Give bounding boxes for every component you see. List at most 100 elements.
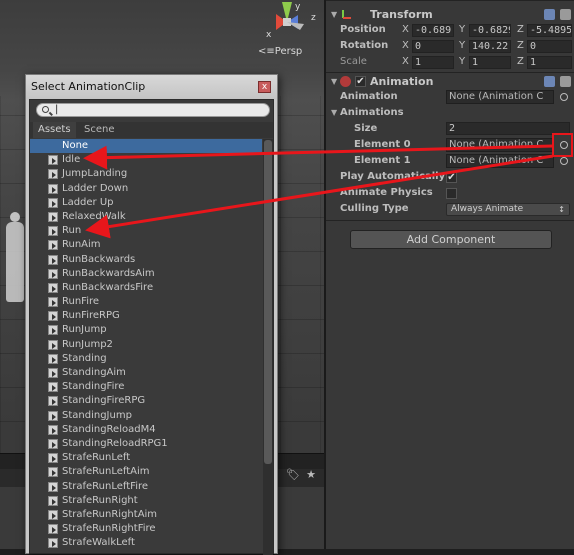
z-axis-label: z — [311, 13, 316, 23]
search-field[interactable]: | — [36, 103, 270, 117]
search-input[interactable]: | — [53, 104, 263, 116]
list-scrollbar[interactable] — [263, 139, 273, 555]
fold-arrow-icon[interactable]: ▼ — [331, 74, 337, 90]
size-label: Size — [354, 123, 378, 134]
animation-clip-icon — [48, 282, 58, 293]
animation-clip-icon — [48, 481, 58, 492]
perspective-toggle[interactable]: <≡Persp — [258, 46, 302, 57]
list-item[interactable]: StrafeRunLeftAim — [30, 465, 262, 479]
list-item[interactable]: StandingReloadRPG1 — [30, 437, 262, 451]
rotation-z-field[interactable]: 0 — [527, 40, 572, 53]
list-item[interactable]: StrafeRunRightAim — [30, 508, 262, 522]
play-automatically-label: Play Automatically — [340, 171, 446, 182]
list-item[interactable]: RunAim — [30, 238, 262, 252]
clip-label: StandingReloadRPG1 — [62, 437, 168, 449]
scale-z-field[interactable]: 1 — [527, 56, 572, 69]
animation-title: Animation — [370, 75, 434, 88]
scale-x-field[interactable]: 1 — [412, 56, 454, 69]
help-icon[interactable] — [544, 76, 555, 87]
animate-physics-checkbox[interactable] — [446, 188, 457, 199]
position-y-field[interactable]: -0.6829 — [469, 24, 511, 37]
list-item[interactable]: StrafeWalkLeft — [30, 536, 262, 550]
list-item[interactable]: RunJump2 — [30, 338, 262, 352]
animations-array-row[interactable]: ▼ Animations — [326, 105, 574, 121]
fold-arrow-icon[interactable]: ▼ — [331, 105, 337, 121]
help-icon[interactable] — [544, 9, 555, 20]
list-item[interactable]: StandingFire — [30, 380, 262, 394]
orientation-gizmo[interactable]: x y z — [254, 0, 320, 44]
list-item[interactable]: JumpLanding — [30, 167, 262, 181]
x-axis-label: x — [266, 30, 272, 40]
fold-arrow-icon[interactable]: ▼ — [331, 7, 337, 23]
list-item[interactable]: RunBackwardsFire — [30, 281, 262, 295]
transform-header[interactable]: ▼ Transform — [326, 7, 574, 23]
culling-type-dropdown[interactable]: Always Animate ↕ — [446, 203, 570, 216]
play-automatically-checkbox[interactable]: ✔ — [446, 172, 457, 183]
animation-object-field[interactable]: None (Animation C — [446, 90, 554, 104]
clip-label: RunFire — [62, 296, 100, 308]
list-item[interactable]: RunFire — [30, 295, 262, 309]
list-item[interactable]: Standing — [30, 352, 262, 366]
position-z-field[interactable]: -5.4895 — [527, 24, 572, 37]
clip-label: StrafeRunRightFire — [62, 523, 156, 535]
animation-clip-icon — [48, 254, 58, 265]
animation-clip-icon — [48, 268, 58, 279]
object-picker-icon[interactable] — [560, 157, 568, 165]
scale-y-field[interactable]: 1 — [469, 56, 511, 69]
list-item[interactable]: StrafeRunRightFire — [30, 522, 262, 536]
list-item[interactable]: StrafeRunRight — [30, 494, 262, 508]
close-button[interactable]: x — [258, 81, 271, 93]
clip-label: StandingFire — [62, 381, 125, 393]
animate-physics-row: Animate Physics — [326, 185, 574, 201]
animation-clip-icon — [48, 424, 58, 435]
list-item[interactable]: Idle — [30, 153, 262, 167]
list-item-none[interactable]: None — [30, 139, 262, 154]
list-item[interactable]: Run — [30, 224, 262, 238]
y-label: Y — [459, 24, 466, 35]
popup-title-bar[interactable]: Select AnimationClip x — [26, 75, 277, 99]
clip-label: Idle — [62, 154, 81, 166]
animation-clip-icon — [48, 325, 58, 336]
z-label: Z — [517, 56, 524, 67]
animation-enabled-checkbox[interactable]: ✔ — [355, 76, 366, 87]
position-x-field[interactable]: -0.689 — [412, 24, 454, 37]
clip-label: StandingAim — [62, 367, 126, 378]
rotation-y-field[interactable]: 140.22 — [469, 40, 511, 53]
element1-object-field[interactable]: None (Animation C — [446, 154, 554, 168]
list-item[interactable]: StrafeRunLeftFire — [30, 480, 262, 494]
tab-assets[interactable]: Assets — [33, 122, 76, 138]
animation-field-row: Animation None (Animation C — [326, 89, 574, 105]
rotation-label: Rotation — [340, 40, 389, 51]
list-item[interactable]: RunFireRPG — [30, 309, 262, 323]
persp-icon: <≡ — [258, 46, 275, 57]
list-item[interactable]: Ladder Up — [30, 196, 262, 210]
list-item[interactable]: Ladder Down — [30, 182, 262, 196]
list-item[interactable]: StandingAim — [30, 366, 262, 380]
list-item[interactable]: StandingFireRPG — [30, 394, 262, 408]
list-item[interactable]: RunBackwardsAim — [30, 267, 262, 281]
scrollbar-thumb[interactable] — [264, 140, 272, 464]
settings-gear-icon[interactable] — [560, 76, 571, 87]
object-picker-icon[interactable] — [560, 93, 568, 101]
rotation-x-field[interactable]: 0 — [412, 40, 454, 53]
animate-physics-label: Animate Physics — [340, 187, 433, 198]
animation-clip-icon — [48, 240, 58, 251]
size-field[interactable]: 2 — [446, 122, 570, 135]
object-picker-icon[interactable] — [560, 141, 568, 149]
character-model[interactable] — [6, 212, 24, 302]
list-item[interactable]: StandingJump — [30, 409, 262, 423]
tab-scene[interactable]: Scene — [79, 122, 120, 138]
list-item[interactable]: RunBackwards — [30, 253, 262, 267]
settings-gear-icon[interactable] — [560, 9, 571, 20]
element0-object-field[interactable]: None (Animation C — [446, 138, 554, 152]
list-item[interactable]: RelaxedWalk — [30, 210, 262, 224]
inspector-top-divider — [326, 0, 574, 1]
list-item[interactable]: StrafeRunLeft — [30, 451, 262, 465]
list-item[interactable]: RunJump — [30, 323, 262, 337]
list-item[interactable]: StandingReloadM4 — [30, 423, 262, 437]
animation-header[interactable]: ▼ ✔ Animation — [326, 74, 574, 90]
clip-label: StrafeRunRight — [62, 494, 138, 506]
tag-icon[interactable]: 🏷 — [286, 468, 300, 481]
add-component-button[interactable]: Add Component — [350, 230, 552, 249]
star-icon[interactable]: ★ — [306, 468, 316, 481]
